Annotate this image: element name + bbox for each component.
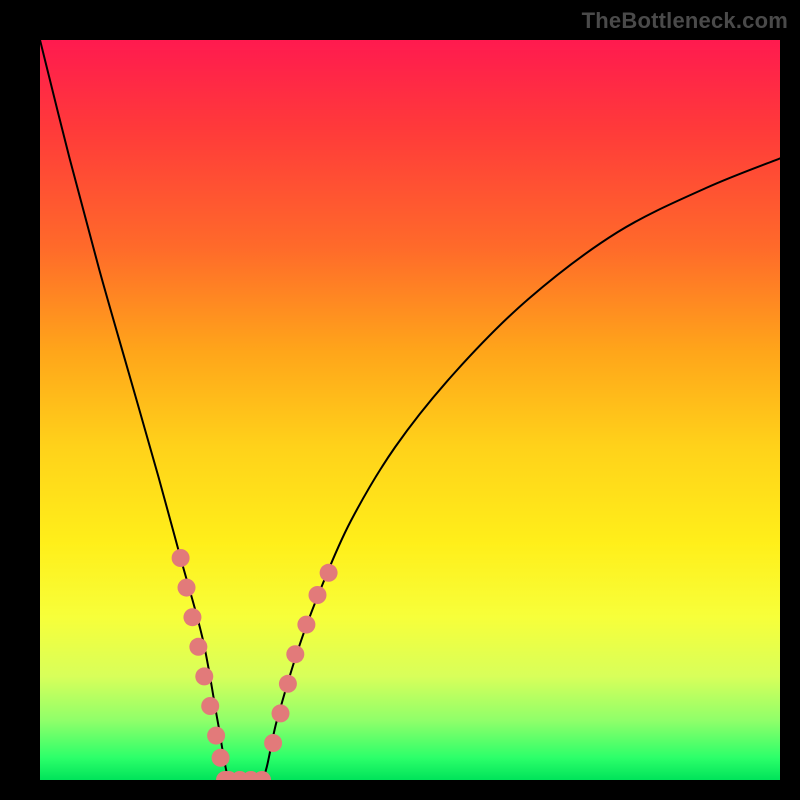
data-marker <box>195 667 213 685</box>
data-marker <box>242 771 260 780</box>
data-marker <box>231 771 249 780</box>
data-marker <box>183 608 201 626</box>
data-marker <box>216 771 234 780</box>
data-marker <box>297 616 315 634</box>
data-marker <box>309 586 327 604</box>
data-marker <box>272 704 290 722</box>
data-marker <box>264 734 282 752</box>
data-marker <box>189 638 207 656</box>
data-marker <box>286 645 304 663</box>
data-marker <box>279 675 297 693</box>
bottleneck-curve <box>40 40 780 780</box>
data-marker <box>220 771 238 780</box>
data-marker <box>172 549 190 567</box>
plot-area <box>40 40 780 780</box>
data-marker <box>253 771 271 780</box>
curve-layer <box>40 40 780 780</box>
data-marker <box>207 727 225 745</box>
data-marker <box>178 579 196 597</box>
data-marker <box>212 749 230 767</box>
data-marker <box>201 697 219 715</box>
watermark-text: TheBottleneck.com <box>582 8 788 34</box>
data-marker <box>320 564 338 582</box>
chart-stage: TheBottleneck.com <box>0 0 800 800</box>
